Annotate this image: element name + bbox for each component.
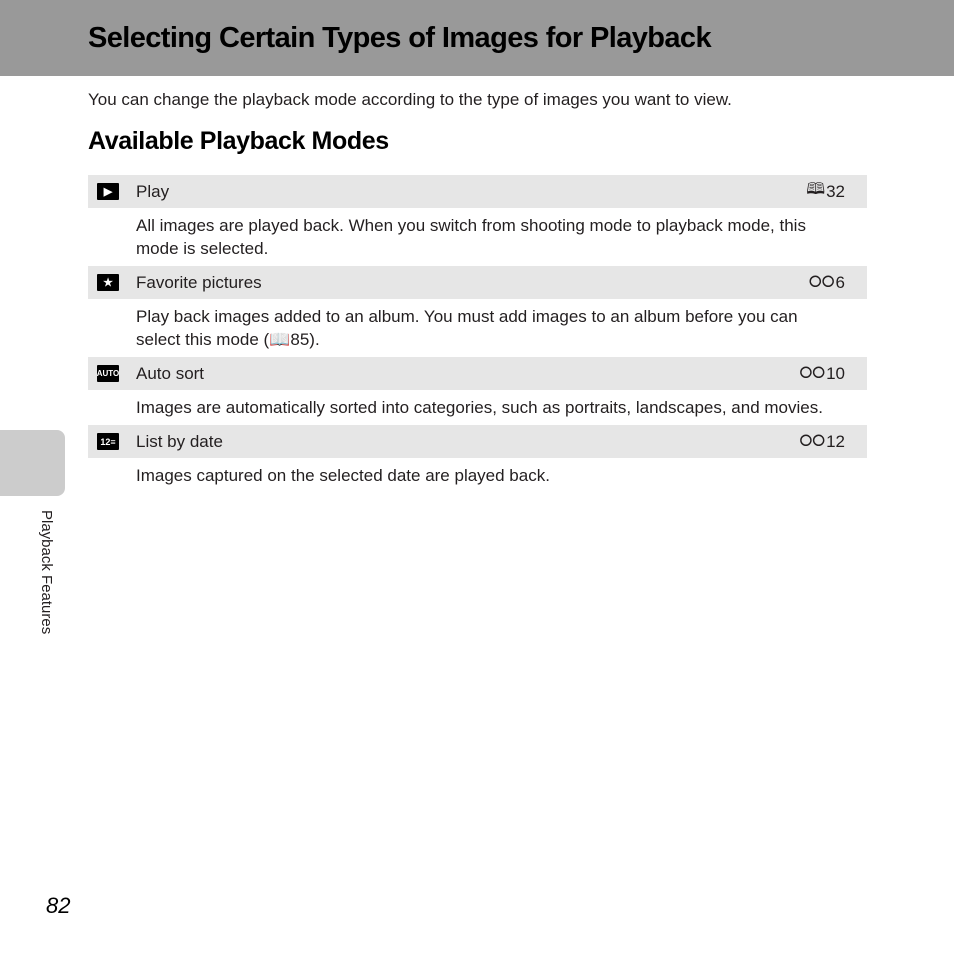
play-icon: ▶: [97, 183, 119, 200]
mode-row-auto-sort: AUTO Auto sort ⭘⭘ 10: [88, 357, 867, 390]
ref-page: 10: [826, 363, 845, 383]
binoculars-icon: ⭘⭘: [799, 364, 826, 382]
mode-label: Favorite pictures: [136, 272, 262, 292]
mode-description: All images are played back. When you swi…: [136, 216, 806, 258]
page-reference[interactable]: ⭘⭘ 10: [799, 364, 845, 384]
mode-description: Play back images added to an album. You …: [136, 307, 798, 349]
playback-modes-table: ▶ Play 🕮 32 All images are played back. …: [88, 175, 867, 493]
page-reference[interactable]: 🕮 32: [806, 178, 845, 205]
mode-description: Images captured on the selected date are…: [136, 466, 550, 485]
mode-row-favorite-pictures: ★ Favorite pictures ⭘⭘ 6: [88, 266, 867, 299]
page-title: Selecting Certain Types of Images for Pl…: [88, 22, 712, 54]
book-icon: 🕮: [806, 181, 826, 198]
mode-label: Auto sort: [136, 363, 205, 383]
binoculars-icon: ⭘⭘: [808, 273, 835, 291]
intro-text: You can change the playback mode accordi…: [88, 90, 732, 109]
section-heading: Available Playback Modes: [88, 127, 389, 155]
ref-page: 6: [835, 272, 845, 292]
chapter-label: Playback Features: [38, 510, 55, 635]
ref-page: 32: [826, 181, 845, 201]
mode-label: List by date: [136, 431, 223, 451]
ref-page: 12: [826, 431, 845, 451]
title-bar: Selecting Certain Types of Images for Pl…: [0, 0, 954, 76]
auto-sort-icon: AUTO: [97, 365, 119, 382]
list-by-date-icon: 12≡: [97, 433, 119, 450]
chapter-tab: [0, 430, 65, 496]
favorite-star-icon: ★: [97, 274, 119, 291]
page-reference[interactable]: ⭘⭘ 6: [809, 273, 845, 293]
mode-row-play: ▶ Play 🕮 32: [88, 175, 867, 208]
mode-description: Images are automatically sorted into cat…: [136, 398, 823, 417]
mode-row-list-by-date: 12≡ List by date ⭘⭘ 12: [88, 425, 867, 458]
page-reference[interactable]: ⭘⭘ 12: [799, 432, 845, 452]
page-number: 82: [46, 893, 71, 918]
binoculars-icon: ⭘⭘: [799, 432, 826, 450]
mode-label: Play: [136, 181, 170, 201]
